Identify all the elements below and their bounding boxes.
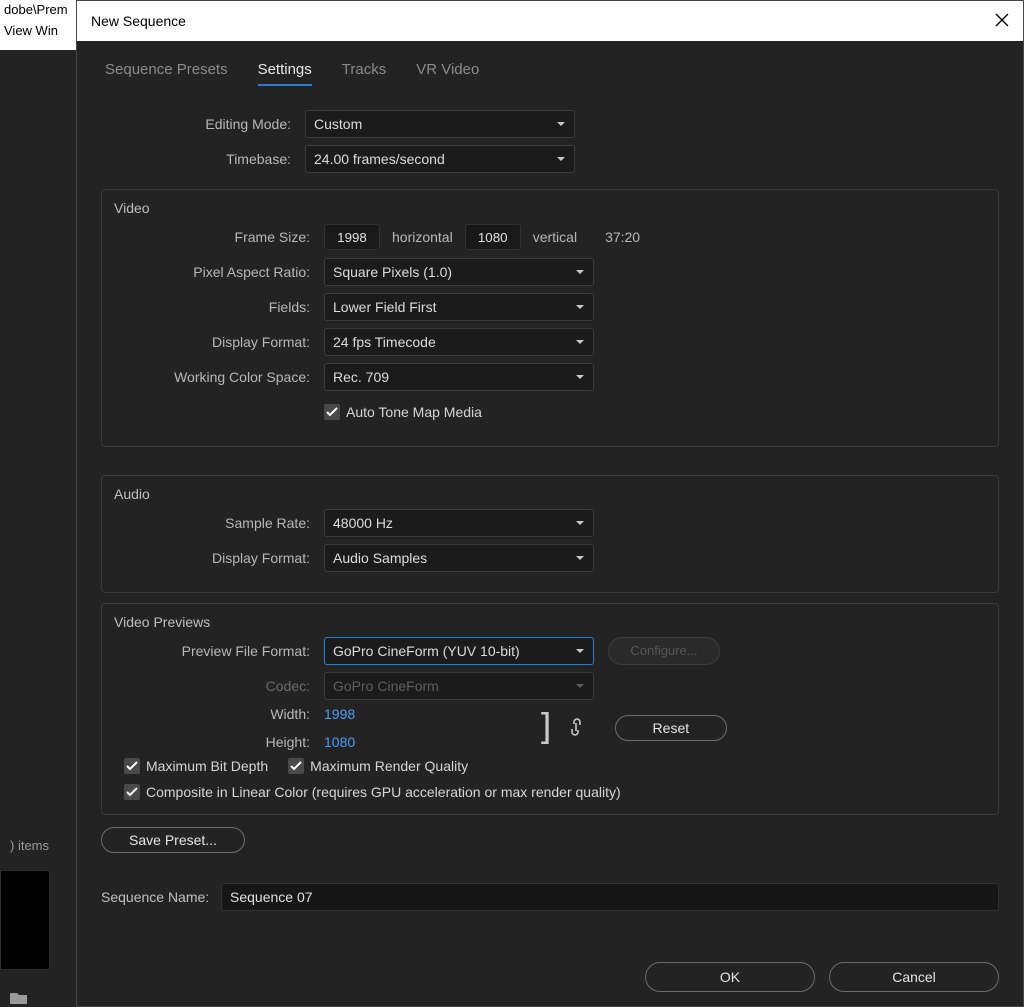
max-render-quality-checkbox[interactable] bbox=[288, 758, 304, 774]
preview-height-value[interactable]: 1080 bbox=[324, 734, 355, 750]
dialog-tabs: Sequence Presets Settings Tracks VR Vide… bbox=[101, 55, 999, 86]
wcs-value: Rec. 709 bbox=[333, 369, 389, 385]
auto-tone-map-checkbox[interactable] bbox=[324, 404, 340, 420]
new-bin-icon[interactable] bbox=[10, 990, 28, 1007]
project-thumbnail-fragment bbox=[0, 870, 50, 970]
dialog-footer: OK Cancel bbox=[77, 946, 1023, 1006]
max-render-quality-label: Maximum Render Quality bbox=[310, 758, 468, 774]
chevron-down-icon bbox=[575, 518, 585, 528]
chevron-down-icon bbox=[556, 119, 566, 129]
preview-file-format-value: GoPro CineForm (YUV 10-bit) bbox=[333, 643, 520, 659]
composite-linear-label: Composite in Linear Color (requires GPU … bbox=[146, 784, 621, 800]
preview-width-label: Width: bbox=[120, 706, 324, 722]
menu-fragment: View Win bbox=[0, 19, 76, 42]
video-previews-section: Video Previews Preview File Format: GoPr… bbox=[101, 603, 999, 815]
path-fragment: dobe\Prem bbox=[0, 0, 76, 19]
cancel-button[interactable]: Cancel bbox=[829, 962, 999, 992]
chevron-down-icon bbox=[575, 372, 585, 382]
close-icon[interactable] bbox=[995, 13, 1009, 30]
save-preset-button[interactable]: Save Preset... bbox=[101, 827, 245, 853]
par-value: Square Pixels (1.0) bbox=[333, 264, 452, 280]
auto-tone-map-label: Auto Tone Map Media bbox=[346, 404, 482, 420]
dialog-title: New Sequence bbox=[91, 13, 186, 29]
tab-settings[interactable]: Settings bbox=[258, 61, 312, 86]
par-dropdown[interactable]: Square Pixels (1.0) bbox=[324, 258, 594, 286]
audio-display-format-value: Audio Samples bbox=[333, 550, 427, 566]
par-label: Pixel Aspect Ratio: bbox=[120, 264, 324, 280]
chevron-down-icon bbox=[575, 681, 585, 691]
video-display-format-dropdown[interactable]: 24 fps Timecode bbox=[324, 328, 594, 356]
max-bit-depth-label: Maximum Bit Depth bbox=[146, 758, 268, 774]
max-bit-depth-checkbox[interactable] bbox=[124, 758, 140, 774]
chevron-down-icon bbox=[575, 337, 585, 347]
sample-rate-dropdown[interactable]: 48000 Hz bbox=[324, 509, 594, 537]
sequence-name-label: Sequence Name: bbox=[101, 889, 221, 905]
audio-section-title: Audio bbox=[114, 486, 980, 502]
auto-tone-map-row: Auto Tone Map Media bbox=[324, 404, 482, 420]
wcs-label: Working Color Space: bbox=[120, 369, 324, 385]
chevron-down-icon bbox=[575, 553, 585, 563]
tab-tracks[interactable]: Tracks bbox=[342, 61, 386, 86]
audio-section: Audio Sample Rate: 48000 Hz Display Form… bbox=[101, 475, 999, 593]
video-display-format-value: 24 fps Timecode bbox=[333, 334, 436, 350]
fields-dropdown[interactable]: Lower Field First bbox=[324, 293, 594, 321]
vertical-label: vertical bbox=[533, 229, 577, 245]
composite-linear-checkbox[interactable] bbox=[124, 784, 140, 800]
editing-mode-label: Editing Mode: bbox=[101, 116, 305, 132]
audio-display-format-dropdown[interactable]: Audio Samples bbox=[324, 544, 594, 572]
codec-value: GoPro CineForm bbox=[333, 678, 439, 694]
configure-button: Configure... bbox=[608, 637, 720, 665]
preview-file-format-dropdown[interactable]: GoPro CineForm (YUV 10-bit) bbox=[324, 637, 594, 665]
dialog-titlebar: New Sequence bbox=[77, 1, 1023, 41]
parent-window-titlebar-fragment: dobe\Prem View Win bbox=[0, 0, 76, 50]
fields-value: Lower Field First bbox=[333, 299, 436, 315]
sample-rate-value: 48000 Hz bbox=[333, 515, 393, 531]
timebase-label: Timebase: bbox=[101, 151, 305, 167]
frame-width-input[interactable] bbox=[324, 224, 380, 250]
sequence-name-input[interactable] bbox=[221, 883, 999, 911]
video-section-title: Video bbox=[114, 200, 980, 216]
video-previews-title: Video Previews bbox=[114, 614, 980, 630]
chevron-down-icon bbox=[575, 302, 585, 312]
tab-vr-video[interactable]: VR Video bbox=[416, 61, 479, 86]
parent-dark-bg: ) items bbox=[0, 50, 76, 1007]
ok-button[interactable]: OK bbox=[645, 962, 815, 992]
sample-rate-label: Sample Rate: bbox=[120, 515, 324, 531]
preview-width-value[interactable]: 1998 bbox=[324, 706, 355, 722]
video-section: Video Frame Size: horizontal vertical 37… bbox=[101, 189, 999, 447]
wcs-dropdown[interactable]: Rec. 709 bbox=[324, 363, 594, 391]
timebase-value: 24.00 frames/second bbox=[314, 151, 445, 167]
link-bracket-icon: ] bbox=[535, 717, 555, 739]
preview-height-label: Height: bbox=[120, 734, 324, 750]
chevron-down-icon bbox=[556, 154, 566, 164]
codec-dropdown: GoPro CineForm bbox=[324, 672, 594, 700]
tab-sequence-presets[interactable]: Sequence Presets bbox=[105, 61, 228, 86]
frame-size-label: Frame Size: bbox=[120, 229, 324, 245]
editing-mode-value: Custom bbox=[314, 116, 362, 132]
reset-button[interactable]: Reset bbox=[615, 715, 727, 741]
chevron-down-icon bbox=[575, 646, 585, 656]
aspect-ratio-readout: 37:20 bbox=[605, 229, 640, 245]
video-display-format-label: Display Format: bbox=[120, 334, 324, 350]
codec-label: Codec: bbox=[120, 678, 324, 694]
preview-file-format-label: Preview File Format: bbox=[120, 643, 324, 659]
new-sequence-dialog: New Sequence Sequence Presets Settings T… bbox=[76, 0, 1024, 1007]
horizontal-label: horizontal bbox=[392, 229, 453, 245]
timebase-dropdown[interactable]: 24.00 frames/second bbox=[305, 145, 575, 173]
chevron-down-icon bbox=[575, 267, 585, 277]
editing-mode-dropdown[interactable]: Custom bbox=[305, 110, 575, 138]
frame-height-input[interactable] bbox=[465, 224, 521, 250]
audio-display-format-label: Display Format: bbox=[120, 550, 324, 566]
fields-label: Fields: bbox=[120, 299, 324, 315]
items-count-fragment: ) items bbox=[10, 838, 49, 853]
link-icon[interactable] bbox=[569, 718, 583, 739]
